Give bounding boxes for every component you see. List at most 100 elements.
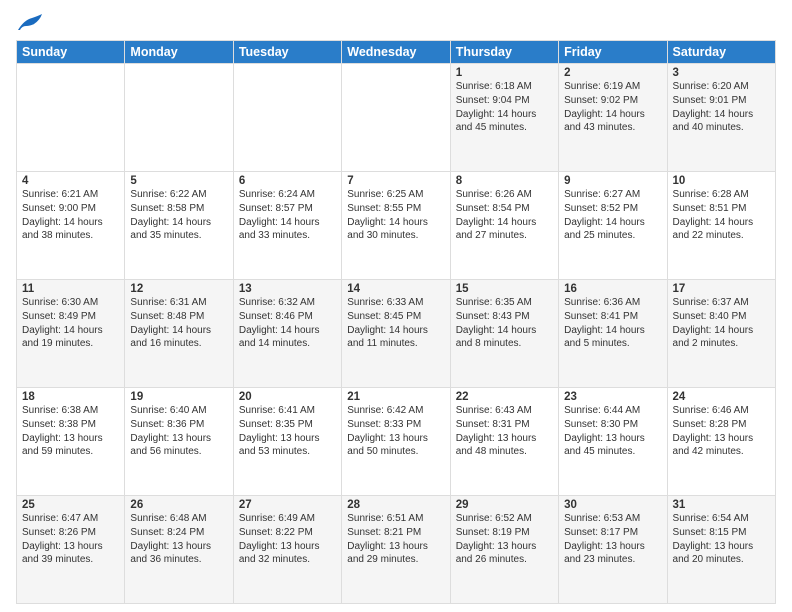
day-cell: 24Sunrise: 6:46 AM Sunset: 8:28 PM Dayli… xyxy=(667,388,775,496)
day-cell: 7Sunrise: 6:25 AM Sunset: 8:55 PM Daylig… xyxy=(342,172,450,280)
day-info: Sunrise: 6:30 AM Sunset: 8:49 PM Dayligh… xyxy=(22,296,119,351)
day-info: Sunrise: 6:38 AM Sunset: 8:38 PM Dayligh… xyxy=(22,404,119,459)
day-number: 10 xyxy=(673,175,770,187)
day-cell: 23Sunrise: 6:44 AM Sunset: 8:30 PM Dayli… xyxy=(559,388,667,496)
day-number: 25 xyxy=(22,499,119,511)
day-info: Sunrise: 6:44 AM Sunset: 8:30 PM Dayligh… xyxy=(564,404,661,459)
day-cell xyxy=(125,64,233,172)
day-info: Sunrise: 6:42 AM Sunset: 8:33 PM Dayligh… xyxy=(347,404,444,459)
day-cell: 6Sunrise: 6:24 AM Sunset: 8:57 PM Daylig… xyxy=(233,172,341,280)
bird-icon xyxy=(16,12,44,34)
day-info: Sunrise: 6:22 AM Sunset: 8:58 PM Dayligh… xyxy=(130,188,227,243)
day-number: 7 xyxy=(347,175,444,187)
weekday-header-sunday: Sunday xyxy=(17,41,125,64)
weekday-header-tuesday: Tuesday xyxy=(233,41,341,64)
day-cell: 26Sunrise: 6:48 AM Sunset: 8:24 PM Dayli… xyxy=(125,496,233,604)
day-cell: 21Sunrise: 6:42 AM Sunset: 8:33 PM Dayli… xyxy=(342,388,450,496)
week-row-4: 18Sunrise: 6:38 AM Sunset: 8:38 PM Dayli… xyxy=(17,388,776,496)
day-number: 18 xyxy=(22,391,119,403)
day-cell: 9Sunrise: 6:27 AM Sunset: 8:52 PM Daylig… xyxy=(559,172,667,280)
day-number: 13 xyxy=(239,283,336,295)
day-cell: 11Sunrise: 6:30 AM Sunset: 8:49 PM Dayli… xyxy=(17,280,125,388)
day-info: Sunrise: 6:37 AM Sunset: 8:40 PM Dayligh… xyxy=(673,296,770,351)
day-number: 17 xyxy=(673,283,770,295)
day-number: 19 xyxy=(130,391,227,403)
day-number: 23 xyxy=(564,391,661,403)
day-cell: 28Sunrise: 6:51 AM Sunset: 8:21 PM Dayli… xyxy=(342,496,450,604)
day-cell: 30Sunrise: 6:53 AM Sunset: 8:17 PM Dayli… xyxy=(559,496,667,604)
day-number: 9 xyxy=(564,175,661,187)
day-number: 14 xyxy=(347,283,444,295)
week-row-3: 11Sunrise: 6:30 AM Sunset: 8:49 PM Dayli… xyxy=(17,280,776,388)
weekday-header-monday: Monday xyxy=(125,41,233,64)
day-info: Sunrise: 6:20 AM Sunset: 9:01 PM Dayligh… xyxy=(673,80,770,135)
day-number: 1 xyxy=(456,67,553,79)
day-cell: 4Sunrise: 6:21 AM Sunset: 9:00 PM Daylig… xyxy=(17,172,125,280)
day-info: Sunrise: 6:52 AM Sunset: 8:19 PM Dayligh… xyxy=(456,512,553,567)
day-number: 24 xyxy=(673,391,770,403)
day-info: Sunrise: 6:49 AM Sunset: 8:22 PM Dayligh… xyxy=(239,512,336,567)
day-cell: 5Sunrise: 6:22 AM Sunset: 8:58 PM Daylig… xyxy=(125,172,233,280)
day-number: 31 xyxy=(673,499,770,511)
day-info: Sunrise: 6:51 AM Sunset: 8:21 PM Dayligh… xyxy=(347,512,444,567)
day-cell: 10Sunrise: 6:28 AM Sunset: 8:51 PM Dayli… xyxy=(667,172,775,280)
day-cell xyxy=(233,64,341,172)
day-number: 8 xyxy=(456,175,553,187)
logo xyxy=(16,12,48,34)
day-cell: 16Sunrise: 6:36 AM Sunset: 8:41 PM Dayli… xyxy=(559,280,667,388)
day-cell: 13Sunrise: 6:32 AM Sunset: 8:46 PM Dayli… xyxy=(233,280,341,388)
day-cell: 1Sunrise: 6:18 AM Sunset: 9:04 PM Daylig… xyxy=(450,64,558,172)
day-number: 2 xyxy=(564,67,661,79)
week-row-2: 4Sunrise: 6:21 AM Sunset: 9:00 PM Daylig… xyxy=(17,172,776,280)
day-info: Sunrise: 6:36 AM Sunset: 8:41 PM Dayligh… xyxy=(564,296,661,351)
day-number: 26 xyxy=(130,499,227,511)
day-cell: 2Sunrise: 6:19 AM Sunset: 9:02 PM Daylig… xyxy=(559,64,667,172)
day-number: 30 xyxy=(564,499,661,511)
day-info: Sunrise: 6:31 AM Sunset: 8:48 PM Dayligh… xyxy=(130,296,227,351)
day-info: Sunrise: 6:18 AM Sunset: 9:04 PM Dayligh… xyxy=(456,80,553,135)
page: SundayMondayTuesdayWednesdayThursdayFrid… xyxy=(0,0,792,612)
weekday-header-friday: Friday xyxy=(559,41,667,64)
day-info: Sunrise: 6:21 AM Sunset: 9:00 PM Dayligh… xyxy=(22,188,119,243)
day-cell: 27Sunrise: 6:49 AM Sunset: 8:22 PM Dayli… xyxy=(233,496,341,604)
day-cell: 14Sunrise: 6:33 AM Sunset: 8:45 PM Dayli… xyxy=(342,280,450,388)
day-number: 28 xyxy=(347,499,444,511)
day-info: Sunrise: 6:35 AM Sunset: 8:43 PM Dayligh… xyxy=(456,296,553,351)
day-number: 12 xyxy=(130,283,227,295)
day-number: 11 xyxy=(22,283,119,295)
day-cell xyxy=(342,64,450,172)
day-info: Sunrise: 6:25 AM Sunset: 8:55 PM Dayligh… xyxy=(347,188,444,243)
day-number: 15 xyxy=(456,283,553,295)
header xyxy=(16,12,776,34)
day-cell: 18Sunrise: 6:38 AM Sunset: 8:38 PM Dayli… xyxy=(17,388,125,496)
day-cell: 12Sunrise: 6:31 AM Sunset: 8:48 PM Dayli… xyxy=(125,280,233,388)
day-info: Sunrise: 6:19 AM Sunset: 9:02 PM Dayligh… xyxy=(564,80,661,135)
day-cell: 29Sunrise: 6:52 AM Sunset: 8:19 PM Dayli… xyxy=(450,496,558,604)
day-cell: 20Sunrise: 6:41 AM Sunset: 8:35 PM Dayli… xyxy=(233,388,341,496)
day-info: Sunrise: 6:40 AM Sunset: 8:36 PM Dayligh… xyxy=(130,404,227,459)
day-info: Sunrise: 6:48 AM Sunset: 8:24 PM Dayligh… xyxy=(130,512,227,567)
day-info: Sunrise: 6:28 AM Sunset: 8:51 PM Dayligh… xyxy=(673,188,770,243)
day-number: 27 xyxy=(239,499,336,511)
day-cell: 31Sunrise: 6:54 AM Sunset: 8:15 PM Dayli… xyxy=(667,496,775,604)
day-number: 6 xyxy=(239,175,336,187)
day-number: 22 xyxy=(456,391,553,403)
calendar-table: SundayMondayTuesdayWednesdayThursdayFrid… xyxy=(16,40,776,604)
weekday-header-wednesday: Wednesday xyxy=(342,41,450,64)
day-info: Sunrise: 6:32 AM Sunset: 8:46 PM Dayligh… xyxy=(239,296,336,351)
day-cell: 17Sunrise: 6:37 AM Sunset: 8:40 PM Dayli… xyxy=(667,280,775,388)
weekday-header-row: SundayMondayTuesdayWednesdayThursdayFrid… xyxy=(17,41,776,64)
day-cell: 22Sunrise: 6:43 AM Sunset: 8:31 PM Dayli… xyxy=(450,388,558,496)
day-number: 5 xyxy=(130,175,227,187)
day-cell xyxy=(17,64,125,172)
day-info: Sunrise: 6:26 AM Sunset: 8:54 PM Dayligh… xyxy=(456,188,553,243)
day-number: 4 xyxy=(22,175,119,187)
day-cell: 15Sunrise: 6:35 AM Sunset: 8:43 PM Dayli… xyxy=(450,280,558,388)
week-row-1: 1Sunrise: 6:18 AM Sunset: 9:04 PM Daylig… xyxy=(17,64,776,172)
day-info: Sunrise: 6:33 AM Sunset: 8:45 PM Dayligh… xyxy=(347,296,444,351)
day-cell: 3Sunrise: 6:20 AM Sunset: 9:01 PM Daylig… xyxy=(667,64,775,172)
day-info: Sunrise: 6:41 AM Sunset: 8:35 PM Dayligh… xyxy=(239,404,336,459)
week-row-5: 25Sunrise: 6:47 AM Sunset: 8:26 PM Dayli… xyxy=(17,496,776,604)
weekday-header-thursday: Thursday xyxy=(450,41,558,64)
day-info: Sunrise: 6:47 AM Sunset: 8:26 PM Dayligh… xyxy=(22,512,119,567)
